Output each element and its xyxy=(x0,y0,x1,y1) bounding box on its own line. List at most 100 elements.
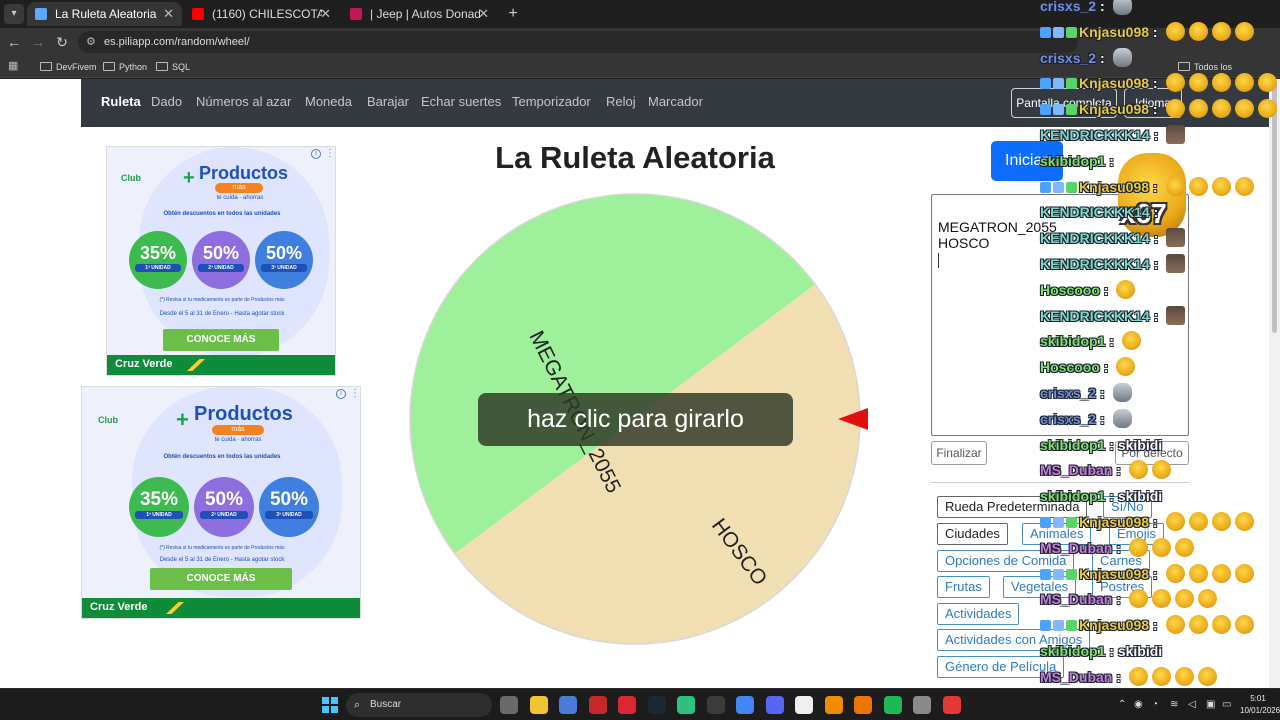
taskbar-search[interactable]: ⌕ Buscar xyxy=(346,693,492,717)
capcut-icon[interactable] xyxy=(706,696,725,714)
spotify-icon[interactable] xyxy=(883,696,902,714)
chat-message: Knjasu098 : xyxy=(1040,98,1280,120)
chat-message: Knjasu098 : xyxy=(1040,21,1254,43)
task-view-icon[interactable] xyxy=(500,696,518,714)
notion-icon[interactable] xyxy=(795,696,813,714)
app-red-icon[interactable] xyxy=(618,696,636,714)
chat-username: Knjasu098 xyxy=(1079,101,1150,118)
chat-separator: : xyxy=(1149,230,1163,247)
ad-banner-2[interactable]: i ⋮ Club + Productos más te cuida · ahor… xyxy=(81,386,361,619)
page-title: La Ruleta Aleatoria xyxy=(495,140,775,175)
finish-button[interactable]: Finalizar xyxy=(931,441,987,465)
windows-start-icon[interactable] xyxy=(322,697,338,713)
bookmark-label: SQL xyxy=(172,62,191,72)
chat-emote-icon xyxy=(1112,47,1132,67)
bookmark-sql[interactable]: SQL xyxy=(156,59,190,75)
tray-chevron-icon[interactable]: ⌃ xyxy=(1118,699,1126,710)
address-bar[interactable]: ⚙ es.piliapp.com/random/wheel/ xyxy=(78,31,1078,53)
nav-link-barajar[interactable]: Barajar xyxy=(367,94,409,109)
chat-message: MS_Duban : xyxy=(1040,459,1171,481)
nav-link-echar-suertes[interactable]: Echar suertes xyxy=(421,94,501,109)
text-caret xyxy=(938,253,939,268)
chat-username: Knjasu098 xyxy=(1079,617,1150,634)
bookmark-python[interactable]: Python xyxy=(103,59,147,75)
chat-badge-icon xyxy=(1053,568,1064,580)
chat-badge-icon xyxy=(1053,620,1064,632)
tab-favicon xyxy=(35,8,47,20)
apps-grid-icon[interactable]: ▦ xyxy=(8,59,22,73)
volume-icon[interactable]: ◁ xyxy=(1188,699,1196,710)
taskbar-clock[interactable]: 5:01 10/01/2026 xyxy=(1240,693,1280,717)
tab-jeep[interactable]: | Jeep | Autos Donadores Ca ✕ xyxy=(342,2,497,26)
chat-emote-icon xyxy=(1128,537,1148,557)
voicemeeter-icon[interactable] xyxy=(588,696,607,714)
ad-info-icon[interactable]: i xyxy=(311,149,321,159)
new-tab-button[interactable]: + xyxy=(504,4,522,24)
chat-message: Knjasu098 : xyxy=(1040,176,1254,198)
bookmark-devfivem[interactable]: DevFivem xyxy=(40,59,97,75)
chat-separator: : xyxy=(1105,333,1118,350)
ad-cta-button[interactable]: CONOCE MÁS xyxy=(150,568,292,590)
chat-message: skibidop1 : xyxy=(1040,330,1141,352)
site-info-icon[interactable]: ⚙ xyxy=(86,31,96,53)
steam-icon[interactable] xyxy=(647,696,666,714)
category-ciudades[interactable]: Ciudades xyxy=(937,523,1008,545)
tray-extra-icon[interactable]: ▣ xyxy=(1206,699,1215,710)
youtube-icon xyxy=(192,8,204,20)
back-icon[interactable]: ← xyxy=(4,32,24,52)
reload-icon[interactable]: ↻ xyxy=(52,32,72,52)
ad-cta-button[interactable]: CONOCE MÁS xyxy=(163,329,279,351)
discord-icon[interactable] xyxy=(765,696,784,714)
tab-youtube[interactable]: (1160) CHILESCOTA - YouTu ✕ xyxy=(184,2,339,26)
nav-link-temporizador[interactable]: Temporizador xyxy=(512,94,591,109)
chat-emote-icon xyxy=(1165,73,1185,93)
nav-brand[interactable]: Ruleta xyxy=(101,94,141,109)
chat-emote-icon xyxy=(1165,99,1185,119)
ad-info-icon[interactable]: i xyxy=(336,389,346,399)
chat-separator: : xyxy=(1096,410,1109,427)
chat-emote-icon xyxy=(1165,176,1185,196)
ad-discount-circle: 50% 3ª UNIDAD xyxy=(259,477,319,537)
chat-emote-icon xyxy=(1188,176,1208,196)
chat-emote-icon xyxy=(1116,357,1136,377)
wifi-icon[interactable]: ≋ xyxy=(1170,699,1178,710)
nav-link-dado[interactable]: Dado xyxy=(151,94,182,109)
blender-icon[interactable] xyxy=(854,696,872,714)
ad-menu-icon[interactable]: ⋮ xyxy=(350,388,360,399)
vlc-icon[interactable] xyxy=(824,696,843,714)
chat-username: skibidop1 xyxy=(1040,152,1106,169)
settings-icon[interactable] xyxy=(913,696,931,714)
spin-button[interactable]: haz clic para girarlo xyxy=(478,393,793,446)
battery-icon[interactable]: ▭ xyxy=(1222,699,1231,710)
chat-emote-icon xyxy=(1211,563,1231,583)
ad-banner-1[interactable]: i ⋮ Club + Productos más te cuida · ahor… xyxy=(106,146,336,376)
nav-link-numeros[interactable]: Números al azar xyxy=(196,94,291,109)
tray-app-icon[interactable]: ◉ xyxy=(1134,699,1143,710)
tab-ruleta[interactable]: La Ruleta Aleatoria ✕ xyxy=(27,2,182,26)
category-frutas[interactable]: Frutas xyxy=(937,576,990,598)
clock-date: 10/01/2026 xyxy=(1240,706,1280,715)
tab-search-button[interactable]: ▾ xyxy=(4,4,24,24)
nav-link-reloj[interactable]: Reloj xyxy=(606,94,636,109)
nav-link-moneda[interactable]: Moneda xyxy=(305,94,352,109)
chat-emote-icon xyxy=(1112,383,1132,402)
file-explorer-icon[interactable] xyxy=(529,696,548,714)
store-icon[interactable] xyxy=(559,696,577,714)
tab-title: (1160) CHILESCOTA - YouTu xyxy=(212,7,322,21)
close-icon[interactable]: ✕ xyxy=(163,2,174,26)
category-actividades[interactable]: Actividades xyxy=(937,603,1020,625)
app-tf-icon[interactable] xyxy=(942,696,961,714)
chat-username: MS_Duban xyxy=(1040,591,1113,608)
app-green-icon[interactable] xyxy=(677,696,695,714)
nav-link-marcador[interactable]: Marcador xyxy=(648,94,703,109)
chrome-icon[interactable] xyxy=(736,696,754,714)
chat-message: crisxs_2 : xyxy=(1040,408,1132,430)
ad-menu-icon[interactable]: ⋮ xyxy=(325,148,335,159)
close-icon[interactable]: ✕ xyxy=(320,2,331,26)
ad-logo: Productos xyxy=(199,163,289,183)
forward-icon[interactable]: → xyxy=(28,32,48,52)
tray-network-icon[interactable]: ◔ xyxy=(1152,699,1158,710)
close-icon[interactable]: ✕ xyxy=(478,2,489,26)
chat-emote-icon xyxy=(1188,99,1208,119)
chat-message: crisxs_2 : xyxy=(1040,47,1132,69)
